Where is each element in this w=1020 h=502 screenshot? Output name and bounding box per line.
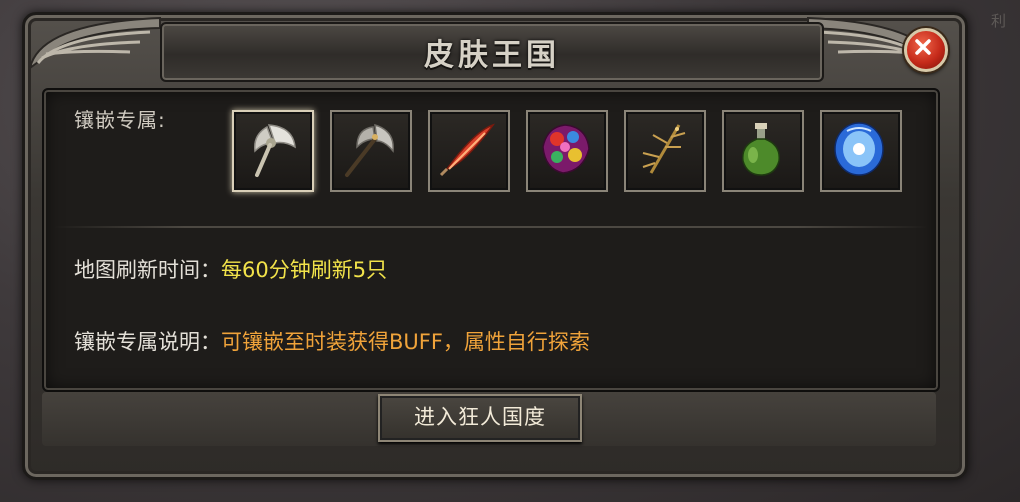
window-title: 皮肤王国 bbox=[424, 38, 560, 73]
refresh-time-label: 地图刷新时间： bbox=[74, 258, 221, 282]
close-button[interactable] bbox=[904, 28, 948, 72]
green-potion-icon bbox=[742, 123, 780, 176]
red-feather-icon bbox=[439, 123, 496, 177]
inlay-label: 镶嵌专属: bbox=[74, 108, 166, 132]
left-wing-ornament-icon bbox=[28, 16, 161, 71]
inlay-slot-battle-axe[interactable] bbox=[330, 110, 412, 192]
blue-orb-icon bbox=[834, 122, 884, 176]
close-x-icon bbox=[915, 39, 931, 55]
inlay-slot-silver-axe[interactable] bbox=[232, 110, 314, 192]
inlay-slot-red-feather[interactable] bbox=[428, 110, 510, 192]
golden-twig-icon bbox=[642, 124, 686, 174]
inlay-slot-blue-orb[interactable] bbox=[820, 110, 902, 192]
background-text: 利 bbox=[990, 12, 1006, 30]
inlay-slot-green-potion[interactable] bbox=[722, 110, 804, 192]
battle-axe-icon bbox=[345, 123, 394, 177]
content-panel: 镶嵌专属: 地图刷新时间：每60分钟刷新5只 镶嵌专属说明：可镶嵌至时装获得BU… bbox=[42, 88, 940, 392]
gem-cluster-icon bbox=[542, 124, 590, 174]
inlay-description-value: 可镶嵌至时装获得BUFF，属性自行探索 bbox=[221, 330, 590, 354]
inlay-slot-golden-twig[interactable] bbox=[624, 110, 706, 192]
silver-axe-icon bbox=[254, 124, 296, 177]
section-divider bbox=[54, 226, 928, 228]
enter-button[interactable]: 进入狂人国度 bbox=[378, 394, 582, 442]
inlay-description-label: 镶嵌专属说明： bbox=[74, 330, 221, 354]
inlay-description-row: 镶嵌专属说明：可镶嵌至时装获得BUFF，属性自行探索 bbox=[74, 326, 590, 356]
refresh-time-value: 每60分钟刷新5只 bbox=[221, 258, 388, 282]
inlay-slot-gem-cluster[interactable] bbox=[526, 110, 608, 192]
refresh-time-row: 地图刷新时间：每60分钟刷新5只 bbox=[74, 254, 387, 284]
title-plate: 皮肤王国 bbox=[160, 22, 824, 82]
